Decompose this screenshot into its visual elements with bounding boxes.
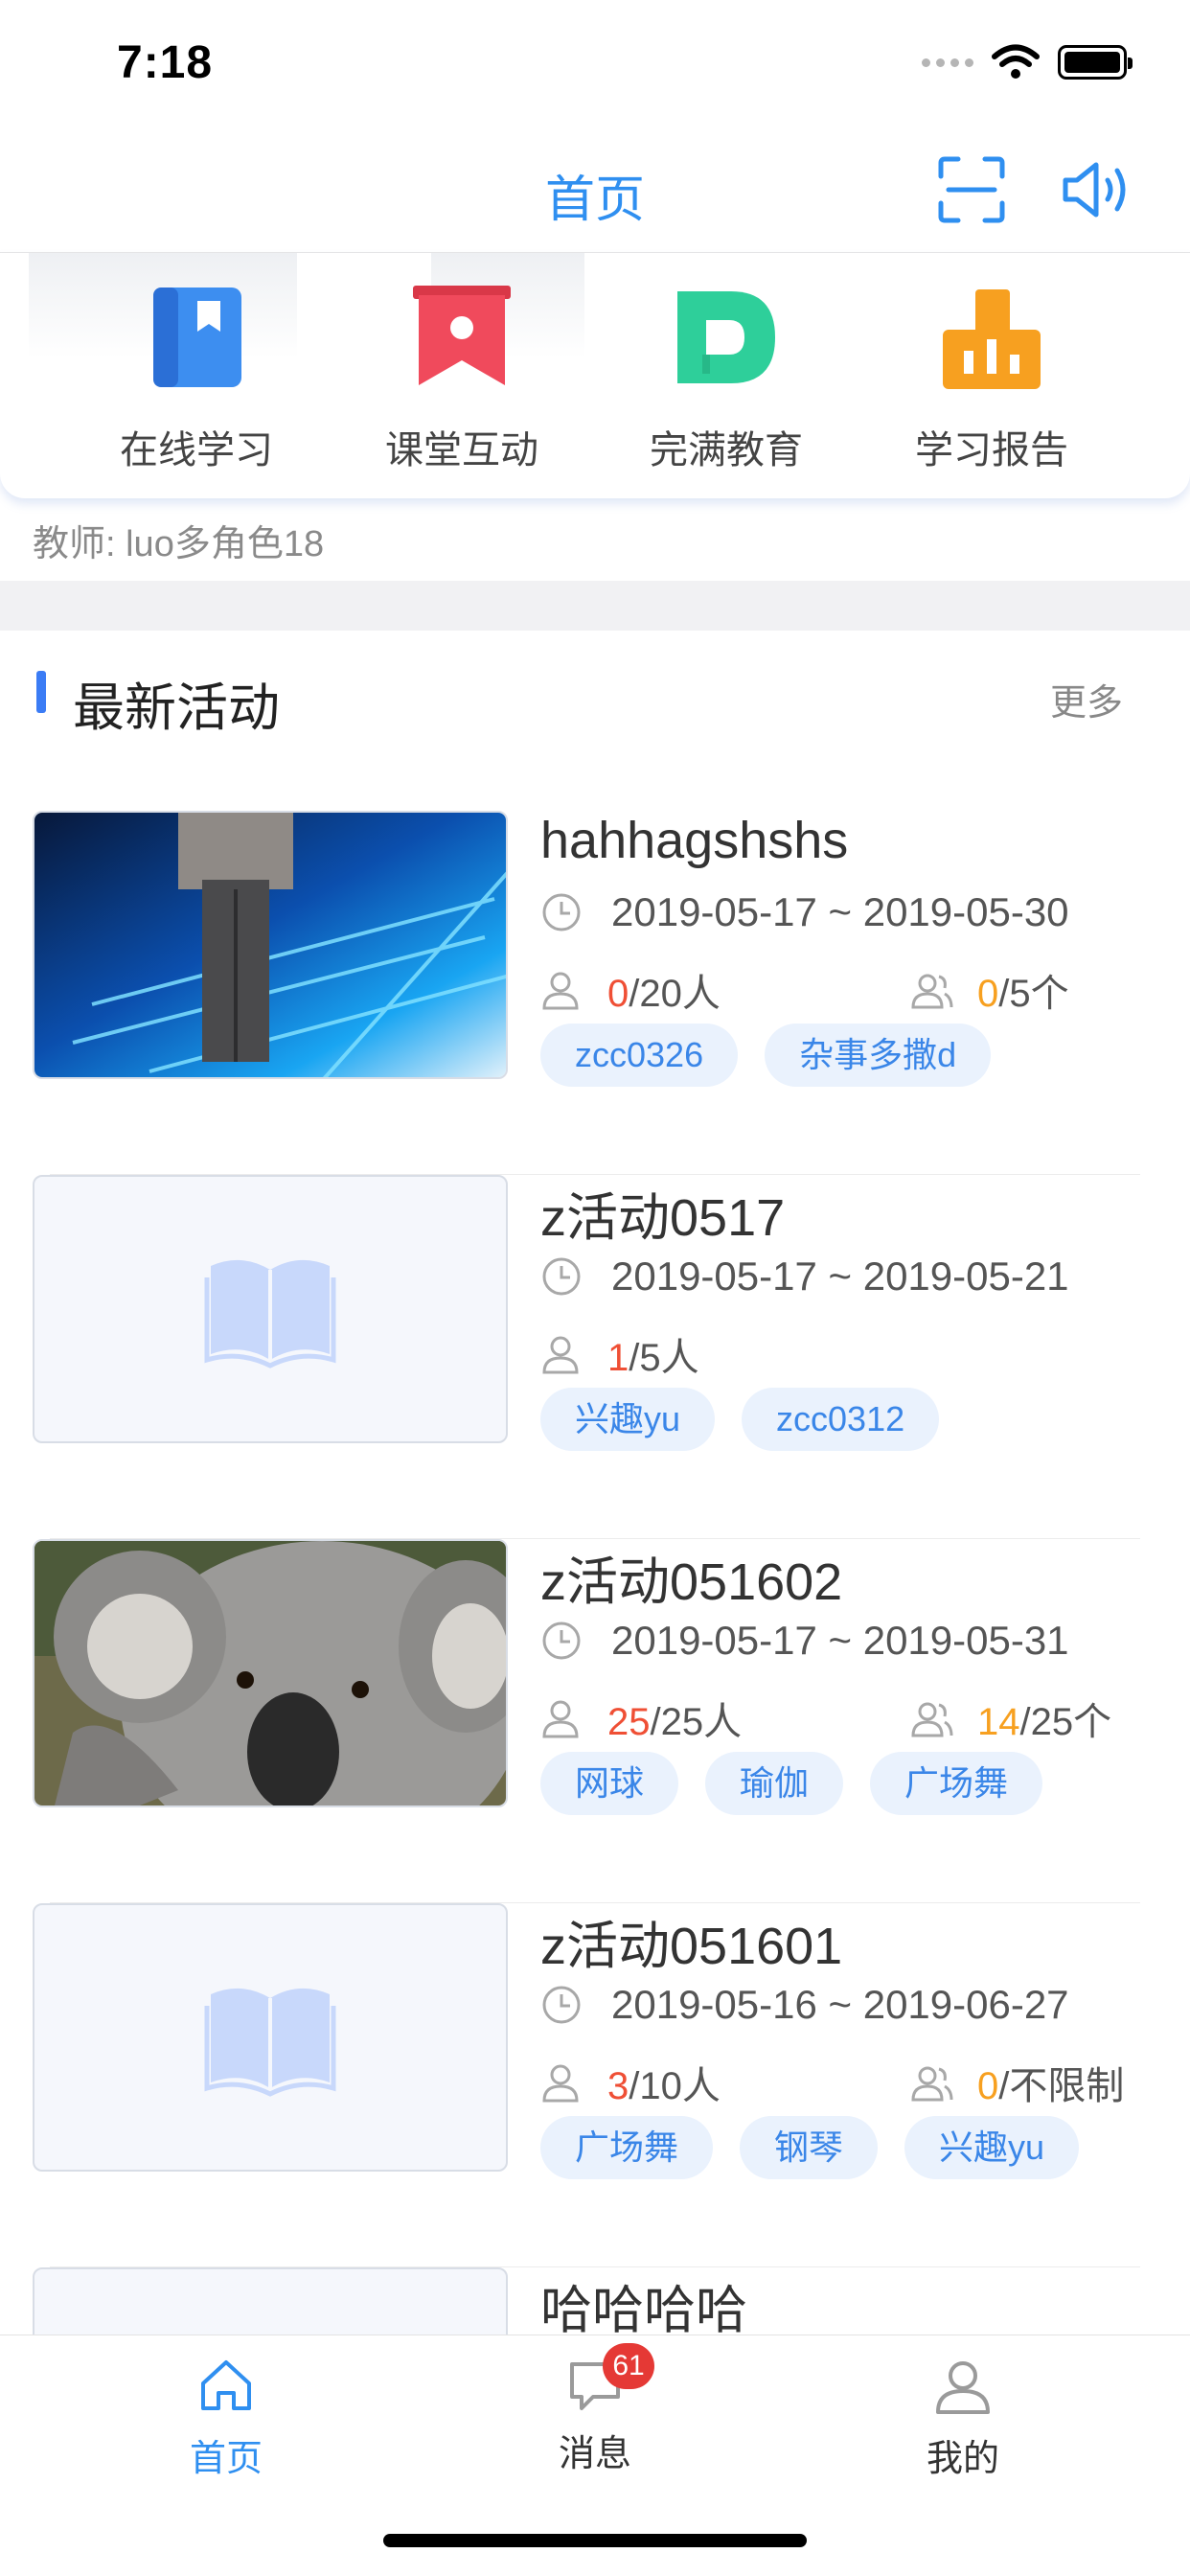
scan-icon[interactable] xyxy=(937,155,1006,224)
koala-image xyxy=(34,1541,506,1806)
activity-tags: 兴趣yu zcc0312 xyxy=(540,1388,940,1451)
tab-messages[interactable]: 61 消息 xyxy=(499,2343,691,2476)
clock-icon xyxy=(542,1622,581,1660)
signal-icon xyxy=(922,58,973,67)
battery-icon xyxy=(1058,45,1133,80)
activity-title: 哈哈哈哈 xyxy=(540,2282,747,2334)
letter-d-icon xyxy=(677,291,775,383)
activity-date: 2019-05-17 ~ 2019-05-31 xyxy=(540,1618,1069,1664)
person-icon xyxy=(542,2064,579,2103)
activity-title: z活动0517 xyxy=(540,1189,786,1247)
activity-image xyxy=(33,1539,508,1807)
group-icon xyxy=(911,2066,953,2102)
quick-label: 课堂互动 xyxy=(385,429,538,472)
quick-item-study-report[interactable]: 学习报告 xyxy=(867,253,1116,474)
clock-icon xyxy=(542,1986,581,2024)
activity-item[interactable]: z活动0517 2019-05-17 ~ 2019-05-21 1/5人 兴趣y… xyxy=(0,1175,1190,1539)
activity-people: 3/10人 xyxy=(540,2055,721,2110)
activity-date: 2019-05-17 ~ 2019-05-30 xyxy=(540,889,1069,935)
person-icon xyxy=(542,1336,579,1374)
activity-title: hahhagshshs xyxy=(540,812,849,869)
activity-groups: 0/不限制 xyxy=(910,2055,1124,2110)
quick-item-online-study[interactable]: 在线学习 xyxy=(72,253,321,474)
tag[interactable]: 瑜伽 xyxy=(705,1752,844,1815)
quick-menu: 在线学习 课堂互动 完满教育 学习报告 xyxy=(0,253,1190,498)
activity-item[interactable]: hahhagshshs 2019-05-17 ~ 2019-05-30 0/20… xyxy=(0,811,1190,1175)
tag[interactable]: 杂事多撒d xyxy=(765,1024,992,1087)
home-icon xyxy=(201,2360,251,2410)
group-icon xyxy=(911,1702,953,1737)
clock-icon xyxy=(542,893,581,932)
person-icon xyxy=(542,972,579,1010)
open-book-icon xyxy=(204,1988,336,2097)
anime-space-image xyxy=(34,813,506,1077)
bar-chart-icon xyxy=(943,289,1041,389)
tag[interactable]: zcc0326 xyxy=(540,1024,739,1087)
nav-bar: 首页 xyxy=(0,126,1190,253)
group-icon xyxy=(911,974,953,1009)
section-title: 最新活动 xyxy=(73,679,280,737)
wifi-icon xyxy=(992,44,1040,79)
tab-label: 首页 xyxy=(189,2439,263,2479)
banner-icon xyxy=(413,286,511,385)
activity-image xyxy=(33,811,508,1079)
tag[interactable]: zcc0312 xyxy=(742,1388,940,1451)
activity-people: 1/5人 xyxy=(540,1326,699,1382)
unread-badge: 61 xyxy=(603,2343,654,2389)
tag[interactable]: 兴趣yu xyxy=(540,1388,716,1451)
user-icon xyxy=(936,2361,990,2414)
activity-image-placeholder xyxy=(33,2267,508,2334)
activity-groups: 0/5个 xyxy=(910,962,1069,1018)
status-bar: 7:18 xyxy=(0,0,1190,126)
activity-title: z活动051602 xyxy=(540,1553,843,1611)
activity-groups: 14/25个 xyxy=(910,1690,1111,1746)
activity-image-placeholder xyxy=(33,1903,508,2172)
activity-date: 2019-05-16 ~ 2019-06-27 xyxy=(540,1982,1069,2028)
tag[interactable]: 钢琴 xyxy=(740,2116,879,2179)
tag[interactable]: 兴趣yu xyxy=(904,2116,1080,2179)
activity-people: 25/25人 xyxy=(540,1690,742,1746)
more-link[interactable]: 更多 xyxy=(1050,673,1123,725)
activity-tags: 广场舞 钢琴 兴趣yu xyxy=(540,2116,1080,2179)
tab-label: 消息 xyxy=(558,2434,631,2474)
activity-tags: zcc0326 杂事多撒d xyxy=(540,1024,992,1087)
tab-mine[interactable]: 我的 xyxy=(867,2355,1059,2481)
person-icon xyxy=(542,1700,579,1738)
activity-image-placeholder xyxy=(33,1175,508,1443)
activity-people: 0/20人 xyxy=(540,962,721,1018)
activity-item[interactable]: z活动051601 2019-05-16 ~ 2019-06-27 3/10人 … xyxy=(0,1903,1190,2267)
tab-home[interactable]: 首页 xyxy=(130,2355,322,2481)
tag[interactable]: 广场舞 xyxy=(540,2116,714,2179)
quick-label: 在线学习 xyxy=(120,429,273,472)
activity-date: 2019-05-17 ~ 2019-05-21 xyxy=(540,1254,1069,1300)
quick-label: 完满教育 xyxy=(650,429,803,472)
book-bookmark-icon xyxy=(153,288,241,387)
quick-item-full-education[interactable]: 完满教育 xyxy=(602,253,851,474)
speaker-icon[interactable] xyxy=(1060,155,1136,224)
home-indicator[interactable] xyxy=(383,2534,807,2547)
teacher-name: 教师: luo多角色18 xyxy=(33,524,325,564)
status-icons xyxy=(922,44,1133,80)
tag[interactable]: 网球 xyxy=(540,1752,679,1815)
quick-item-class-interaction[interactable]: 课堂互动 xyxy=(337,253,586,474)
page-title: 首页 xyxy=(544,172,645,228)
open-book-icon xyxy=(204,1259,336,1368)
tag[interactable]: 广场舞 xyxy=(870,1752,1043,1815)
clock-icon xyxy=(542,1257,581,1296)
activity-title: z活动051601 xyxy=(540,1918,843,1975)
activity-item[interactable]: 哈哈哈哈 xyxy=(0,2267,1190,2334)
activity-item[interactable]: z活动051602 2019-05-17 ~ 2019-05-31 25/25人… xyxy=(0,1539,1190,1903)
status-time: 7:18 xyxy=(117,37,214,88)
tab-label: 我的 xyxy=(926,2439,999,2479)
section-accent-bar xyxy=(36,671,46,713)
activity-tags: 网球 瑜伽 广场舞 xyxy=(540,1752,1043,1815)
section-divider xyxy=(0,581,1190,631)
quick-label: 学习报告 xyxy=(915,429,1068,472)
